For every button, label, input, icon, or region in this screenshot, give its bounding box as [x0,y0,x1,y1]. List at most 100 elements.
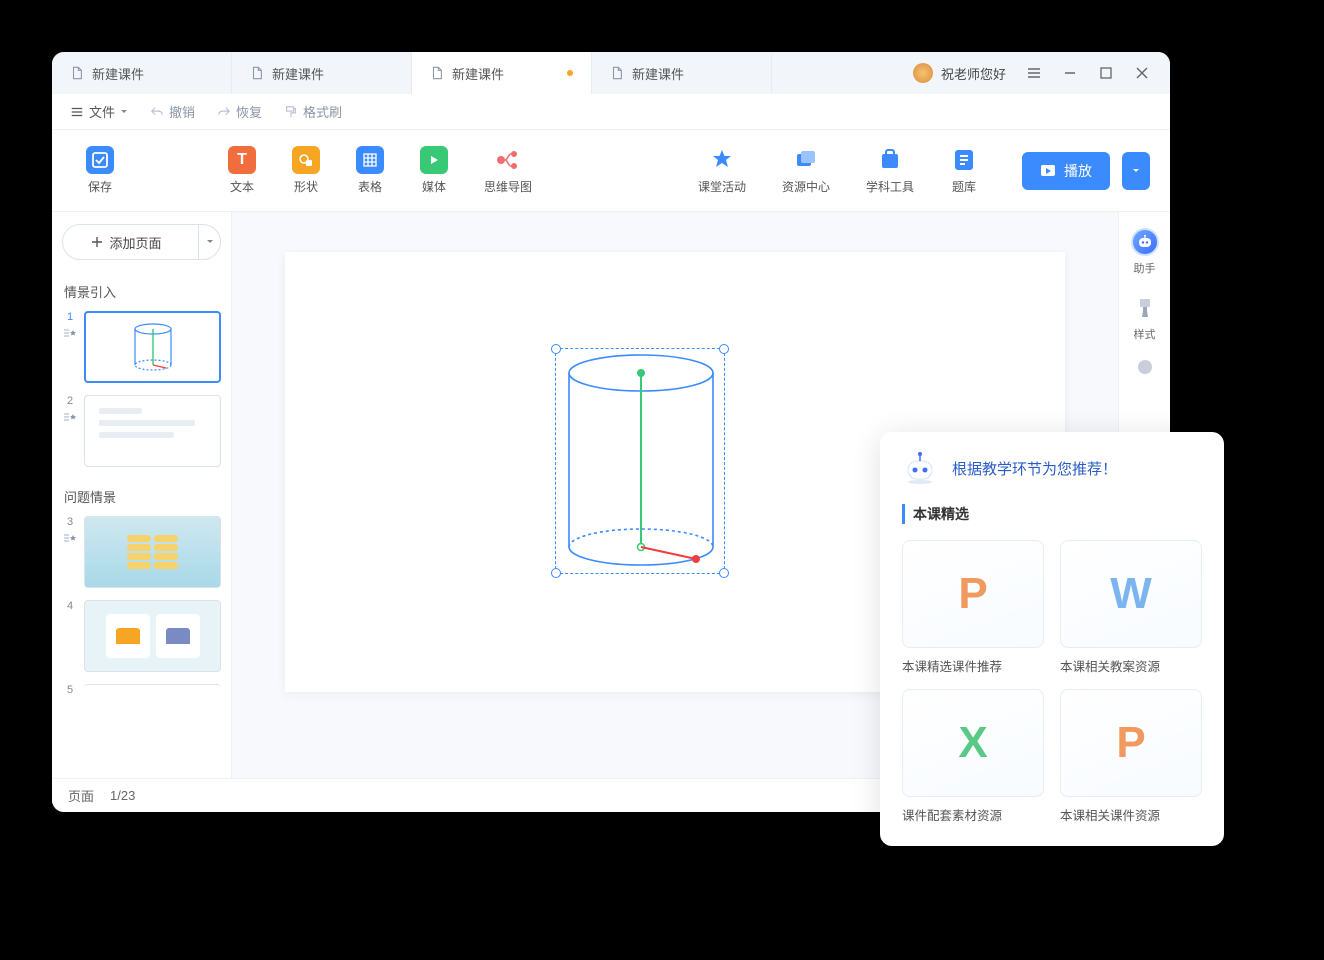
mindmap-icon [494,146,522,174]
format-painter-button[interactable]: 格式刷 [284,102,342,121]
user-greeting-text: 祝老师您好 [941,64,1006,83]
text-button[interactable]: T 文本 [214,146,270,195]
media-button[interactable]: 媒体 [406,146,462,195]
recommendation-card[interactable]: P 本课精选课件推荐 [902,540,1044,675]
redo-button[interactable]: 恢复 [217,102,262,121]
ribbon-toolbar: 保存 T 文本 形状 表格 媒体 [52,130,1170,212]
subject-tools-button[interactable]: 学科工具 [852,146,928,195]
slide-item[interactable]: 4 [62,600,221,672]
card-label: 本课相关课件资源 [1060,805,1202,824]
section-title: 问题情景 [64,487,219,506]
save-button[interactable]: 保存 [72,146,128,195]
bot-icon [902,452,938,484]
save-icon [86,146,114,174]
document-icon [430,66,444,80]
chevron-down-icon [120,108,128,116]
slide-item[interactable]: 2 [62,395,221,467]
slide-item[interactable]: 5 [62,684,221,696]
mindmap-label: 思维导图 [484,178,532,195]
tab-item[interactable]: 新建课件 [52,52,232,94]
menu-bar: 文件 撤销 恢复 格式刷 [52,94,1170,130]
save-label: 保存 [88,178,112,195]
maximize-button[interactable] [1088,52,1124,94]
cylinder-shape[interactable] [556,349,726,575]
tab-item[interactable]: 新建课件 [232,52,412,94]
recommendation-section-title: 本课精选 [902,504,1202,524]
slide-thumbnail[interactable] [84,311,221,383]
style-label: 样式 [1134,326,1156,342]
undo-button[interactable]: 撤销 [150,102,195,121]
unsaved-dot-icon [567,70,573,76]
menu-lines-button[interactable] [1016,52,1052,94]
table-icon [356,146,384,174]
text-icon: T [228,146,256,174]
play-dropdown-button[interactable] [1122,152,1150,190]
play-button[interactable]: 播放 [1022,152,1110,190]
chevron-down-icon [1132,167,1140,175]
media-icon [420,146,448,174]
table-button[interactable]: 表格 [342,146,398,195]
tab-bar: 新建课件 新建课件 新建课件 新建课件 祝老师您好 [52,52,1170,94]
recommendation-card[interactable]: X 课件配套素材资源 [902,689,1044,824]
slide-item[interactable]: 3 [62,516,221,588]
more-button[interactable] [1138,360,1152,374]
dot-icon [1138,360,1152,374]
class-activity-icon [708,146,736,174]
slide-thumbnail[interactable] [84,684,221,692]
tab-label: 新建课件 [632,64,684,83]
document-icon [70,66,84,80]
slide-number: 2 [67,395,73,407]
card-label: 本课相关教案资源 [1060,656,1202,675]
selection-box[interactable] [555,348,725,574]
card-label: 本课精选课件推荐 [902,656,1044,675]
undo-icon [150,105,164,119]
resource-center-label: 资源中心 [782,178,830,195]
play-icon [1040,163,1056,179]
tab-item-active[interactable]: 新建课件 [412,52,592,94]
recommendation-grid: P 本课精选课件推荐 W 本课相关教案资源 X 课件配套素材资源 P 本课相关课… [902,540,1202,824]
table-label: 表格 [358,178,382,195]
minimize-button[interactable] [1052,52,1088,94]
mindmap-button[interactable]: 思维导图 [470,146,546,195]
document-icon [250,66,264,80]
tab-item[interactable]: 新建课件 [592,52,772,94]
question-bank-button[interactable]: 题库 [936,146,992,195]
resource-center-button[interactable]: 资源中心 [768,146,844,195]
class-activity-label: 课堂活动 [698,178,746,195]
play-label: 播放 [1064,161,1092,181]
assistant-button[interactable]: 助手 [1131,228,1159,276]
question-bank-icon [950,146,978,174]
slide-thumbnail[interactable] [84,600,221,672]
shape-button[interactable]: 形状 [278,146,334,195]
user-greeting[interactable]: 祝老师您好 [903,52,1016,94]
style-button[interactable]: 样式 [1131,294,1159,342]
card-letter-icon: W [1060,540,1202,648]
add-page-button[interactable]: 添加页面 [62,224,221,260]
slide-thumbnail[interactable] [84,395,221,467]
card-label: 课件配套素材资源 [902,805,1044,824]
page-indicator-label: 页面 [68,786,94,805]
card-letter-icon: P [1060,689,1202,797]
slide-number: 1 [67,311,73,323]
close-button[interactable] [1124,52,1160,94]
slide-number: 4 [67,600,73,612]
file-menu-label: 文件 [89,102,115,121]
redo-icon [217,105,231,119]
star-marker-icon [63,532,77,544]
slide-thumbnail[interactable] [84,516,221,588]
format-painter-icon [284,105,298,119]
card-letter-icon: P [902,540,1044,648]
format-painter-label: 格式刷 [303,102,342,121]
slide-panel: 添加页面 情景引入 1 [52,212,232,778]
recommendation-card[interactable]: W 本课相关教案资源 [1060,540,1202,675]
assistant-icon [1131,228,1159,256]
tab-label: 新建课件 [92,64,144,83]
slide-item[interactable]: 1 [62,311,221,383]
recommendation-card[interactable]: P 本课相关课件资源 [1060,689,1202,824]
class-activity-button[interactable]: 课堂活动 [684,146,760,195]
file-menu[interactable]: 文件 [70,102,128,121]
question-bank-label: 题库 [952,178,976,195]
star-marker-icon [63,411,77,423]
undo-label: 撤销 [169,102,195,121]
add-page-dropdown[interactable] [198,225,220,259]
